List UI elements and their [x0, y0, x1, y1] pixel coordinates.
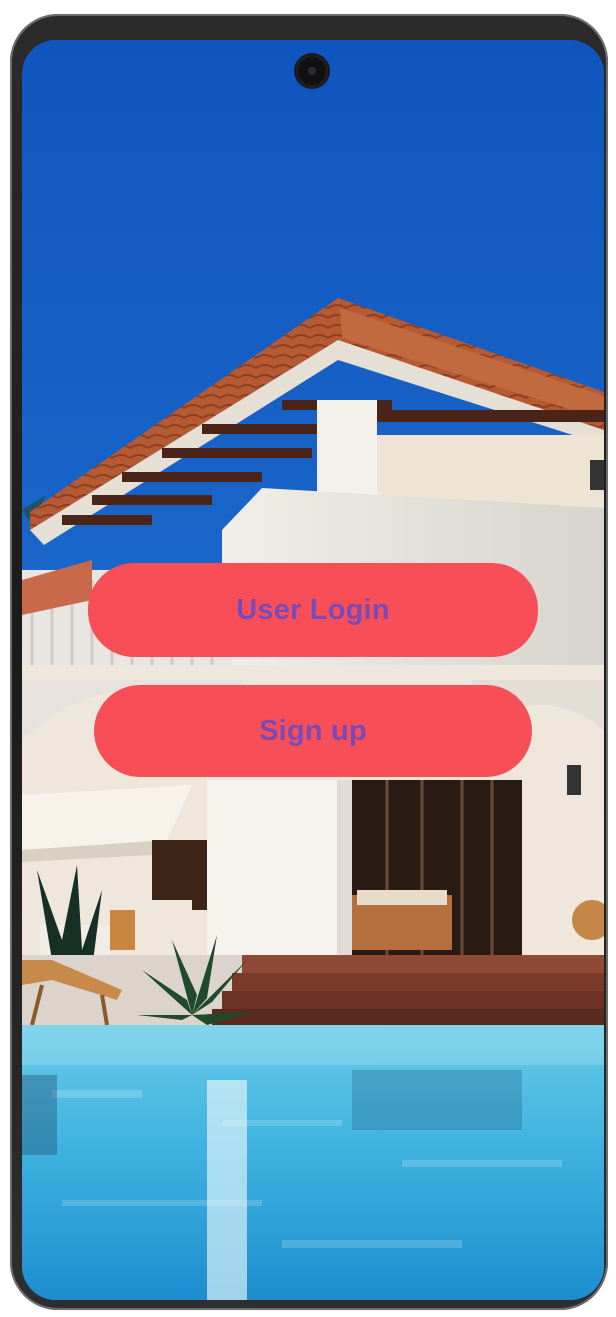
front-camera-icon: [296, 55, 328, 87]
app-screen: [22, 40, 604, 1300]
villa-pool-background-image: [22, 40, 604, 1300]
sign-up-button[interactable]: Sign up: [94, 685, 532, 777]
user-login-button[interactable]: User Login: [88, 563, 538, 657]
